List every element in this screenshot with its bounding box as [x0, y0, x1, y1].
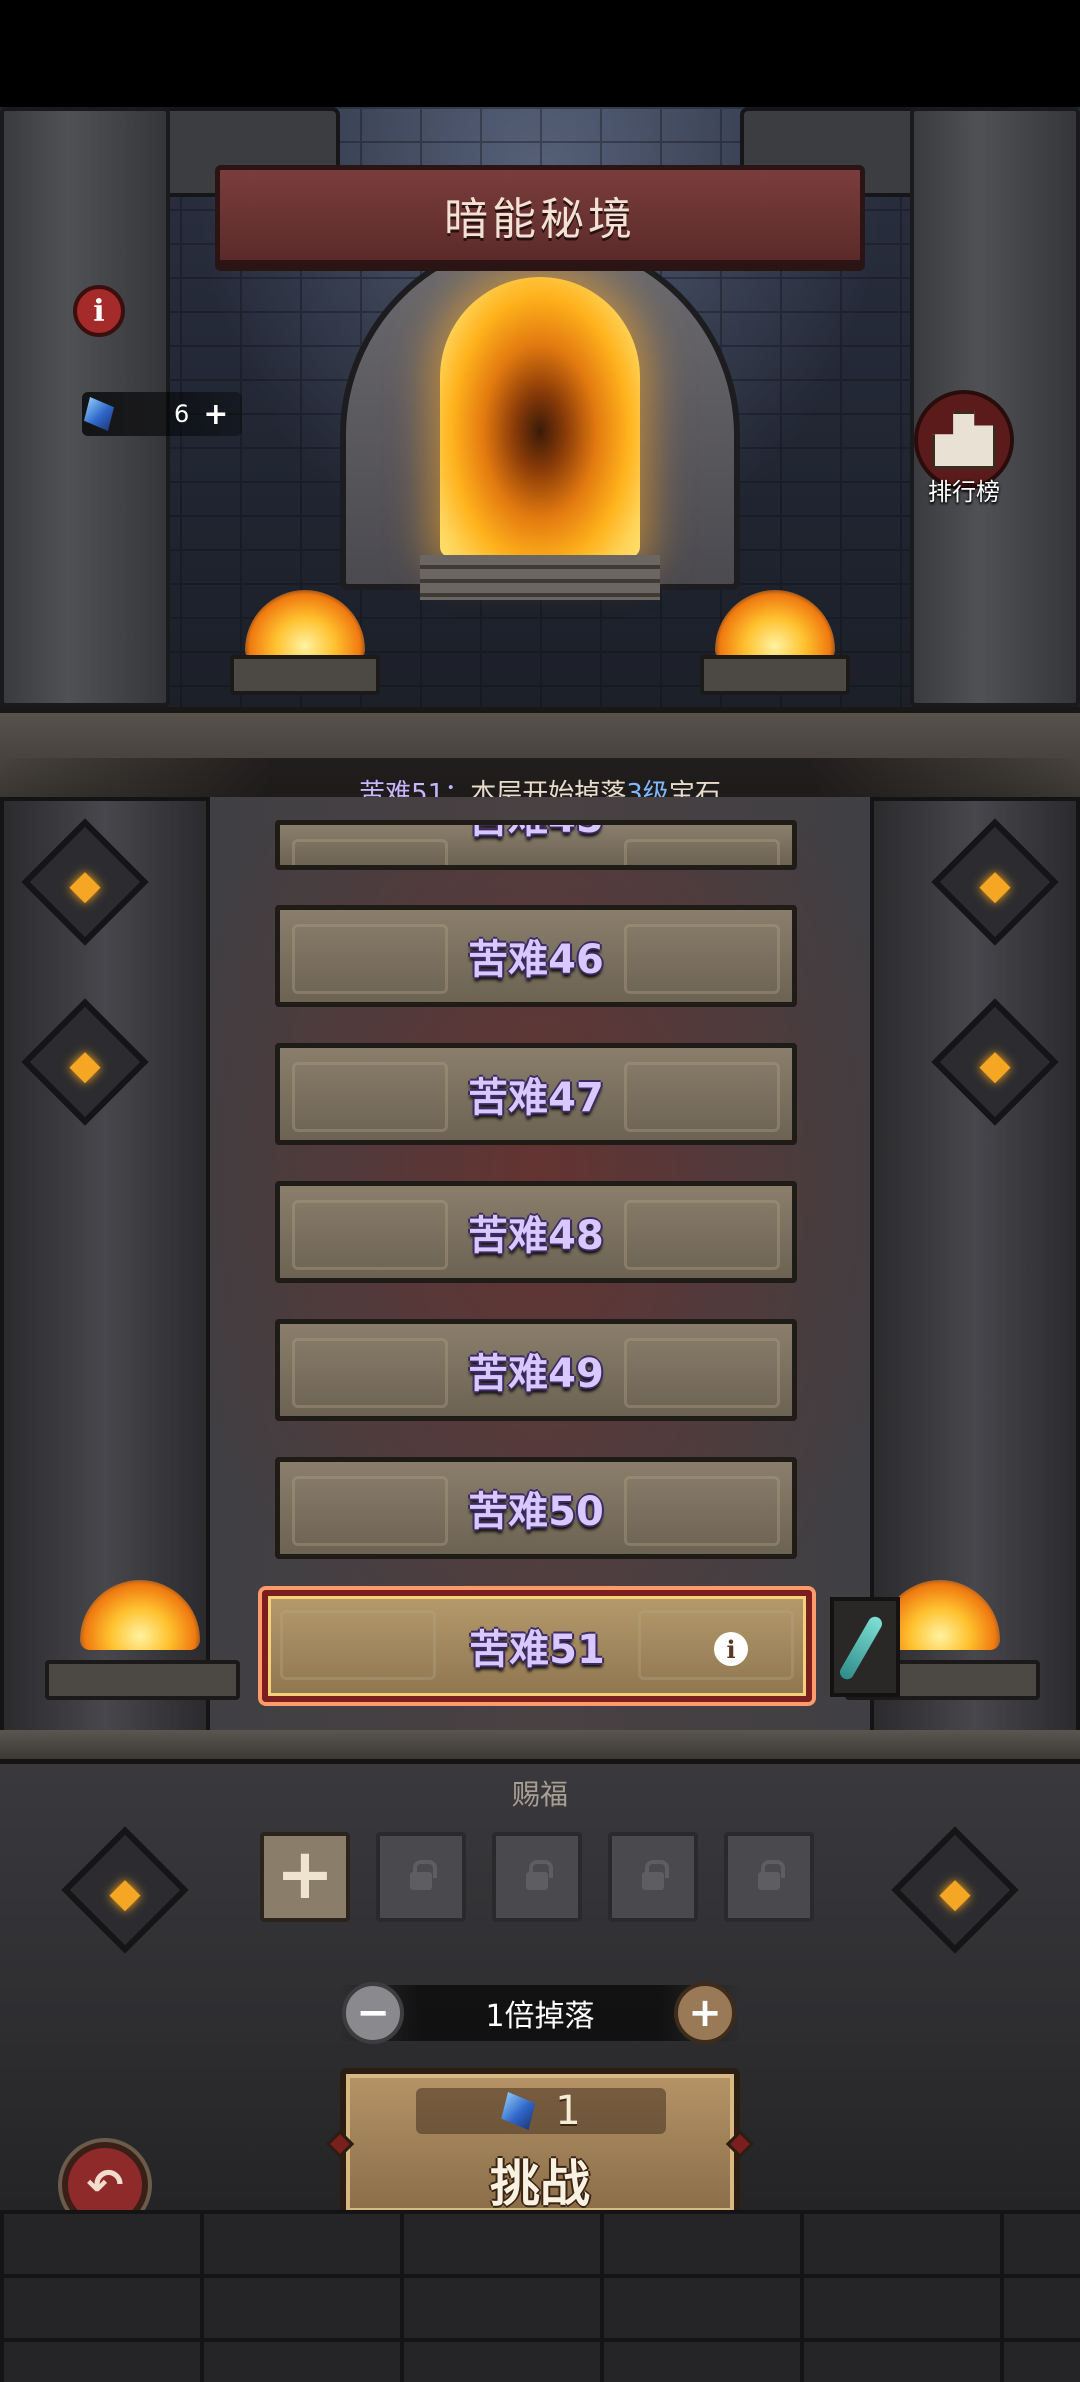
- title-banner: 暗能秘境: [215, 165, 865, 265]
- level-label: 苦难46: [468, 937, 604, 983]
- level-button-48[interactable]: 苦难48: [275, 1181, 797, 1283]
- podium-icon: [932, 411, 996, 469]
- challenge-label: 挑战: [490, 2155, 590, 2213]
- level-label: 苦难45: [468, 825, 604, 844]
- level-label: 苦难51: [469, 1627, 605, 1673]
- challenge-cost: 1: [416, 2088, 666, 2134]
- plus-icon: +: [275, 1833, 335, 1915]
- locked-blessing-slot[interactable]: [492, 1832, 582, 1922]
- add-currency-button[interactable]: +: [203, 397, 228, 432]
- brazier: [230, 655, 380, 695]
- fire-portal: [440, 277, 640, 557]
- floor-tiles: [0, 2210, 1080, 2382]
- currency-value: 6: [174, 400, 190, 428]
- brazier: [700, 655, 850, 695]
- level-label: 苦难48: [468, 1213, 604, 1259]
- lock-icon: [642, 1860, 669, 1890]
- blue-crystal-icon: [84, 397, 114, 431]
- multiplier-label: 1倍掉落: [485, 1999, 595, 2034]
- level-label: 苦难50: [468, 1489, 604, 1535]
- plus-icon: +: [688, 1990, 722, 2036]
- back-arrow-icon: ↶: [86, 2159, 124, 2211]
- level-button-45[interactable]: 苦难45: [275, 820, 797, 870]
- blue-crystal-icon: [501, 2092, 536, 2130]
- level-button-47[interactable]: 苦难47: [275, 1043, 797, 1145]
- decrease-multiplier-button[interactable]: −: [342, 1982, 404, 2044]
- lock-icon: [410, 1860, 437, 1890]
- info-icon[interactable]: i: [714, 1632, 748, 1666]
- cost-value: 1: [555, 2088, 581, 2134]
- currency-display: 6 +: [82, 392, 242, 436]
- leaderboard-button[interactable]: 排行榜: [905, 390, 1023, 508]
- feather-item-icon[interactable]: [830, 1597, 900, 1697]
- level-button-46[interactable]: 苦难46: [275, 905, 797, 1007]
- minus-icon: −: [356, 1990, 390, 2036]
- leaderboard-label: 排行榜: [928, 478, 1000, 506]
- locked-blessing-slot[interactable]: [724, 1832, 814, 1922]
- brazier: [45, 1660, 240, 1700]
- blessing-label: 赐福: [511, 1778, 568, 1811]
- lock-icon: [526, 1860, 553, 1890]
- increase-multiplier-button[interactable]: +: [674, 1982, 736, 2044]
- lock-icon: [758, 1860, 785, 1890]
- portal-stairs: [420, 555, 660, 600]
- locked-blessing-slot[interactable]: [376, 1832, 466, 1922]
- level-button-49[interactable]: 苦难49: [275, 1319, 797, 1421]
- status-bar-area: [0, 0, 1080, 107]
- locked-blessing-slot[interactable]: [608, 1832, 698, 1922]
- add-blessing-button[interactable]: +: [260, 1832, 350, 1922]
- challenge-button[interactable]: 1 挑战: [325, 2068, 755, 2218]
- level-button-51-selected[interactable]: 苦难51 i: [262, 1590, 812, 1702]
- page-title: 暗能秘境: [444, 194, 636, 245]
- level-button-50[interactable]: 苦难50: [275, 1457, 797, 1559]
- level-label: 苦难49: [468, 1351, 604, 1397]
- info-icon[interactable]: i: [73, 285, 125, 337]
- level-label: 苦难47: [468, 1075, 604, 1121]
